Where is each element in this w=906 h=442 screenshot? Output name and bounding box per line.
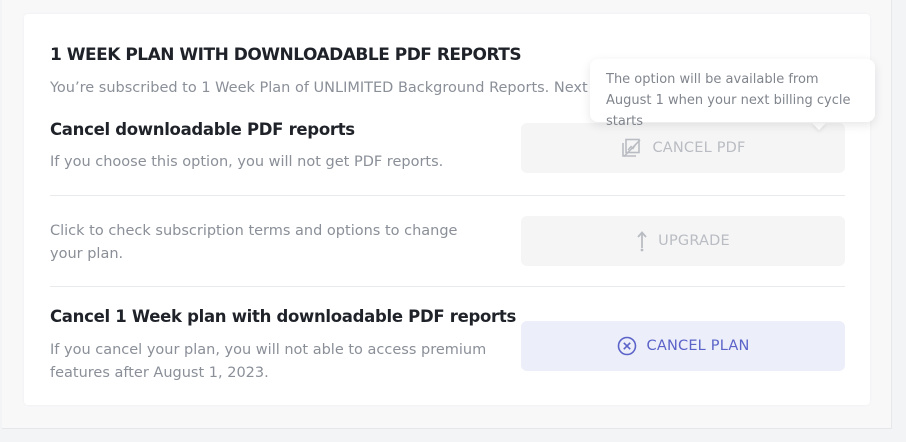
cancel-pdf-label: CANCEL PDF xyxy=(652,140,746,156)
plan-subtitle: You’re subscribed to 1 Week Plan of UNLI… xyxy=(50,80,590,96)
arrow-up-icon xyxy=(636,230,648,252)
cancel-plan-button[interactable]: CANCEL PLAN xyxy=(521,321,845,371)
divider xyxy=(50,286,845,287)
cancel-pdf-title: Cancel downloadable PDF reports xyxy=(50,120,355,139)
upgrade-label: UPGRADE xyxy=(658,233,730,249)
plan-title: 1 WEEK PLAN WITH DOWNLOADABLE PDF REPORT… xyxy=(50,45,522,65)
cancel-pdf-description: If you choose this option, you will not … xyxy=(50,154,444,170)
divider xyxy=(50,195,845,196)
cancel-plan-description: If you cancel your plan, you will not ab… xyxy=(50,342,487,381)
pdf-cancel-icon xyxy=(620,138,642,158)
cancel-plan-label: CANCEL PLAN xyxy=(646,338,750,354)
circle-x-icon xyxy=(617,336,637,356)
upgrade-button[interactable]: UPGRADE xyxy=(521,216,845,266)
cancel-pdf-button[interactable]: CANCEL PDF xyxy=(521,123,845,173)
availability-tooltip: The option will be available from August… xyxy=(590,59,875,129)
cancel-plan-title: Cancel 1 Week plan with downloadable PDF… xyxy=(50,307,517,326)
upgrade-description: Click to check subscription terms and op… xyxy=(50,223,458,262)
